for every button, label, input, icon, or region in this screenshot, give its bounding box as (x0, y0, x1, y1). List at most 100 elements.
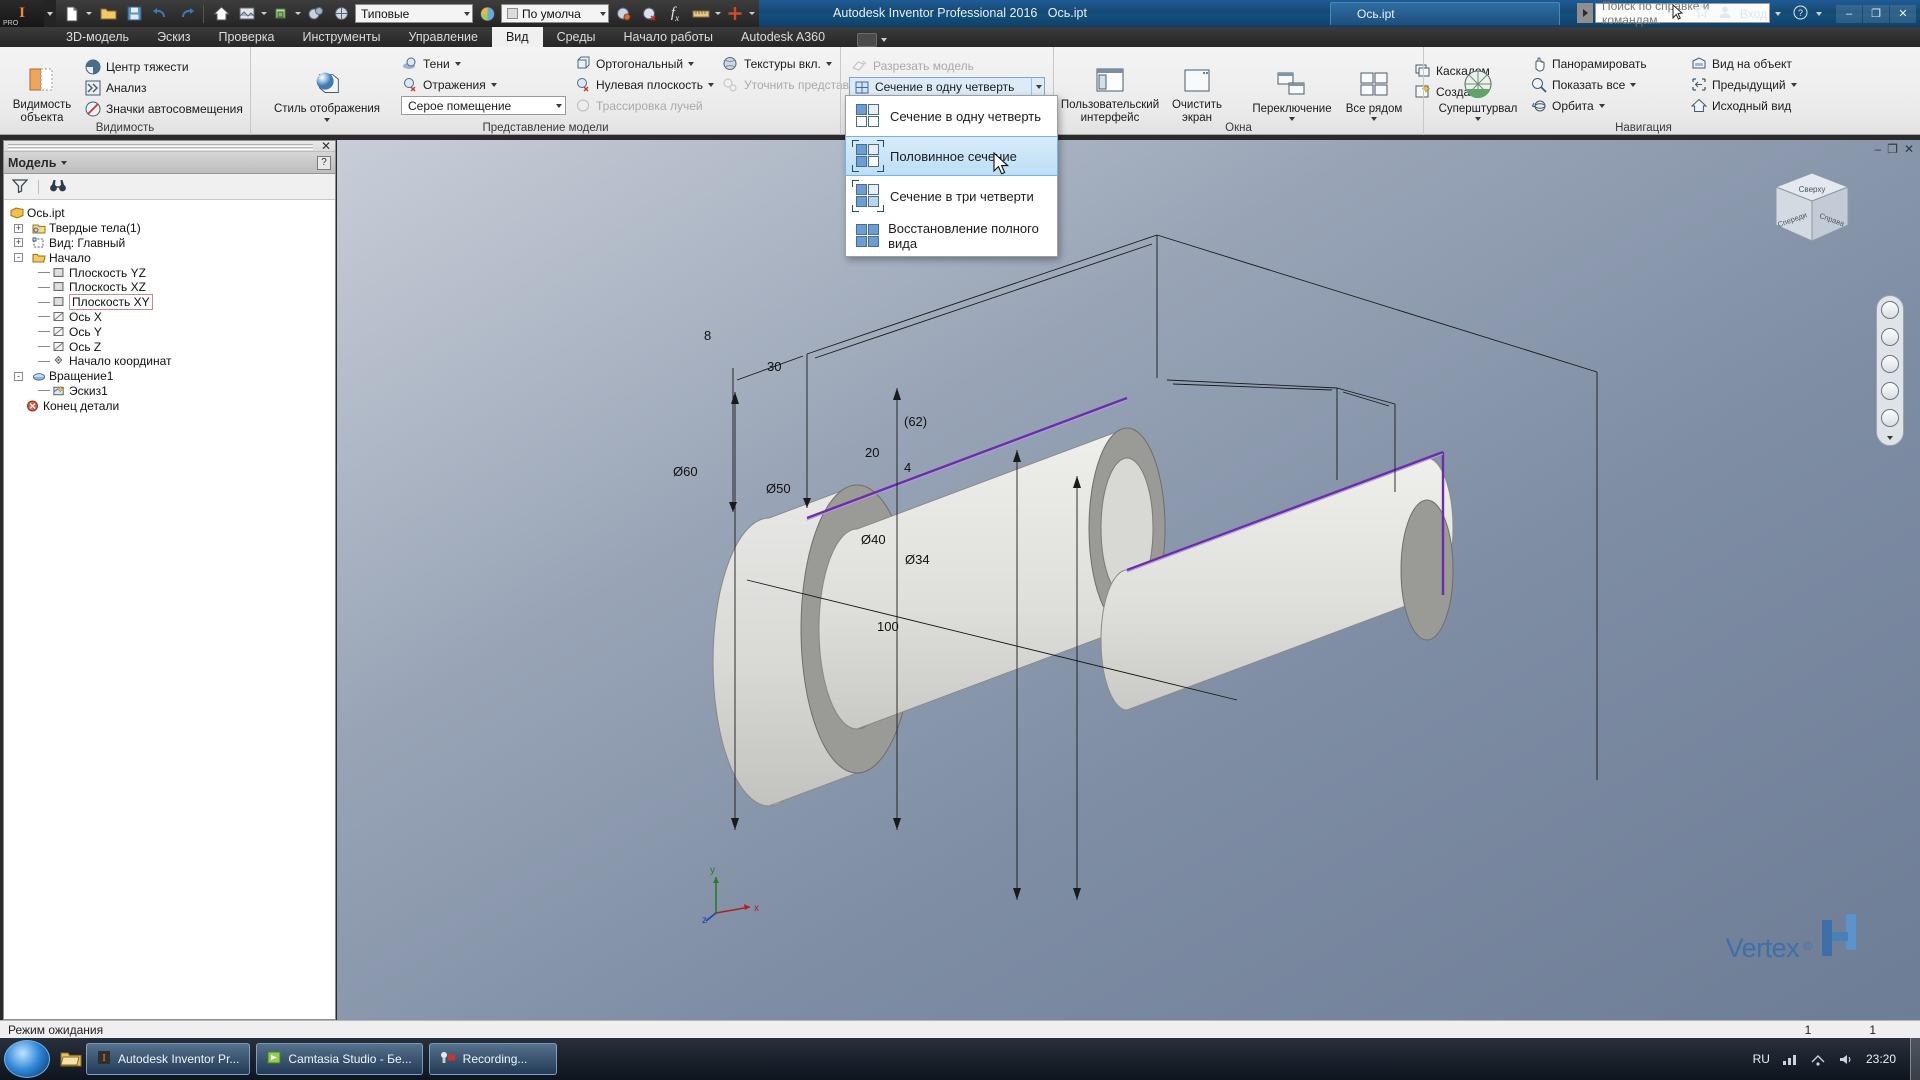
pan-nav-icon[interactable] (1881, 328, 1899, 346)
windows-start-orb[interactable] (4, 1040, 50, 1078)
tree-expander[interactable]: + (14, 223, 23, 233)
tray-chart-icon[interactable] (1782, 1052, 1798, 1066)
pan-button[interactable]: Панорамировать (1526, 53, 1686, 74)
tab-sketch[interactable]: Эскиз (143, 27, 204, 47)
binoculars-icon[interactable] (49, 178, 67, 196)
favorites-star-icon[interactable] (1693, 3, 1710, 23)
material-sphere-icon[interactable] (269, 3, 293, 25)
switch-windows-button[interactable]: Переключение (1246, 64, 1338, 121)
tree-node-axis-x[interactable]: Ось X (8, 310, 335, 325)
tab-get-started[interactable]: Начало работы (610, 27, 727, 47)
orbit-button[interactable]: Орбита (1526, 95, 1686, 116)
application-menu-button[interactable]: I PRO (0, 0, 44, 27)
tree-node-end-of-part[interactable]: Конец детали (8, 398, 335, 413)
lighting-style-combo[interactable]: Серое помещение (401, 96, 566, 115)
maximize-button[interactable]: ❐ (1863, 4, 1889, 23)
tab-environments[interactable]: Среды (543, 27, 610, 47)
home-view-button[interactable]: Исходный вид (1686, 95, 1846, 116)
save-icon[interactable] (122, 3, 146, 25)
material-combo[interactable]: По умолча (501, 4, 609, 23)
help-caret-icon[interactable] (1816, 11, 1822, 16)
home-icon[interactable] (209, 3, 233, 25)
menu-item-half-section[interactable]: Половинное сечение (845, 136, 1058, 176)
filter-funnel-icon[interactable] (11, 178, 29, 196)
clear-appearance-icon[interactable] (637, 3, 661, 25)
tab-manage[interactable]: Управление (394, 27, 492, 47)
3d-viewport[interactable]: – ❐ ✕ 8 30 (62) 20 4 Ø60 Ø50 Ø40 Ø34 100… (337, 140, 1920, 1020)
orthographic-button[interactable]: Ортогональный (570, 53, 718, 74)
tab-3d-model[interactable]: 3D-модель (52, 27, 143, 47)
tab-inspect[interactable]: Проверка (204, 27, 288, 47)
zoom-nav-icon[interactable] (1881, 355, 1899, 373)
volume-icon[interactable] (1838, 1052, 1854, 1066)
tile-all-button[interactable]: Все рядом (1338, 64, 1410, 121)
center-of-gravity-button[interactable]: Центр тяжести (80, 56, 247, 77)
signin-caret-icon[interactable] (1775, 11, 1781, 16)
a360-status-icon[interactable] (857, 33, 878, 47)
open-folder-icon[interactable] (96, 3, 120, 25)
tree-node-view-representation[interactable]: + Вид: Главный (8, 236, 335, 251)
browser-title-caret-icon[interactable] (61, 160, 68, 165)
close-button[interactable]: ✕ (1890, 4, 1916, 23)
appearance-picker-icon[interactable] (611, 3, 635, 25)
steering-wheel-nav-icon[interactable] (1881, 301, 1899, 319)
switch-windows-caret-icon[interactable] (1289, 117, 1295, 121)
menu-item-full-view-restore[interactable]: Восстановление полного вида (846, 216, 1057, 256)
undo-arrow-icon[interactable] (148, 3, 172, 25)
network-icon[interactable] (1810, 1052, 1826, 1066)
taskbar-button-inventor[interactable]: I Autodesk Inventor Pr... (86, 1043, 251, 1075)
tile-all-caret-icon[interactable] (1371, 117, 1377, 121)
taskbar-button-recording[interactable]: Recording... (428, 1043, 557, 1075)
tray-clock[interactable]: 23:20 (1866, 1052, 1896, 1066)
steering-wheel-caret-icon[interactable] (1475, 117, 1481, 121)
clean-screen-button[interactable]: Очистить экран (1160, 60, 1234, 125)
tree-node-plane-xz[interactable]: Плоскость XZ (8, 280, 335, 295)
browser-drag-grip[interactable]: ✕ (4, 140, 335, 152)
tab-tools[interactable]: Инструменты (288, 27, 394, 47)
render-icon[interactable] (329, 3, 353, 25)
tree-node-plane-xy[interactable]: Плоскость XY (8, 294, 335, 311)
tree-node-part-document[interactable]: Ось.ipt (8, 206, 335, 221)
measure-ruler-icon[interactable] (689, 3, 713, 25)
color-style-icon[interactable] (303, 3, 327, 25)
browser-help-icon[interactable]: ? (317, 155, 331, 170)
tree-expander[interactable]: + (14, 238, 23, 248)
ground-plane-button[interactable]: Нулевая плоскость (570, 74, 718, 95)
viewport-close-button[interactable]: ✕ (1904, 142, 1914, 156)
view-face-button[interactable]: Вид на объект (1686, 53, 1846, 74)
document-tab[interactable]: Ось.ipt (1330, 2, 1560, 25)
tree-node-axis-y[interactable]: Ось Y (8, 324, 335, 339)
display-style-button[interactable]: Стиль отображения (257, 64, 397, 122)
zoom-all-button[interactable]: Показать все (1526, 74, 1686, 95)
display-style-caret-icon[interactable] (324, 117, 330, 122)
browser-close-icon[interactable]: ✕ (321, 140, 331, 152)
tray-language-indicator[interactable]: RU (1753, 1052, 1770, 1066)
reflections-button[interactable]: Отражения (397, 74, 570, 95)
user-interface-button[interactable]: Пользовательский интерфейс (1060, 60, 1160, 125)
previous-view-button[interactable]: Предыдущий (1686, 74, 1846, 95)
tree-node-revolve-feature[interactable]: - Вращение1 (8, 369, 335, 384)
navigation-bar[interactable] (1876, 295, 1904, 446)
explorer-folder-icon[interactable] (56, 1050, 86, 1068)
menu-item-three-quarter-section[interactable]: Сечение в три четверти (846, 176, 1057, 216)
a360-caret-icon[interactable] (881, 38, 888, 42)
auto-mate-glyphs-button[interactable]: Значки автосовмещения (80, 98, 247, 119)
navbar-caret-icon[interactable] (1887, 436, 1893, 440)
show-desktop-button[interactable] (1910, 1038, 1920, 1080)
menu-item-quarter-section[interactable]: Сечение в одну четверть (846, 96, 1057, 136)
tree-node-origin-point[interactable]: Начало координат (8, 354, 335, 369)
view-cube[interactable]: Сверху Спереди Справа (1766, 165, 1858, 257)
object-visibility-button[interactable]: Видимость объекта (6, 60, 78, 125)
steering-wheel-button[interactable]: Суперштурвал (1430, 64, 1526, 121)
tree-expander[interactable]: - (14, 371, 23, 381)
new-document-icon[interactable] (60, 3, 84, 25)
material-sphere-icon-2[interactable] (475, 3, 499, 25)
section-view-split-button[interactable]: Сечение в одну четверть (849, 77, 1045, 97)
tree-node-solid-bodies[interactable]: + Твердые тела(1) (8, 221, 335, 236)
section-view-dropdown-arrow[interactable] (1031, 78, 1042, 96)
appearance-icon[interactable] (235, 3, 259, 25)
tree-node-origin-folder[interactable]: - Начало (8, 250, 335, 265)
viewport-minimize-button[interactable]: – (1874, 142, 1881, 156)
shadows-button[interactable]: Тени (397, 53, 570, 74)
template-combo[interactable]: Типовые (355, 4, 473, 23)
